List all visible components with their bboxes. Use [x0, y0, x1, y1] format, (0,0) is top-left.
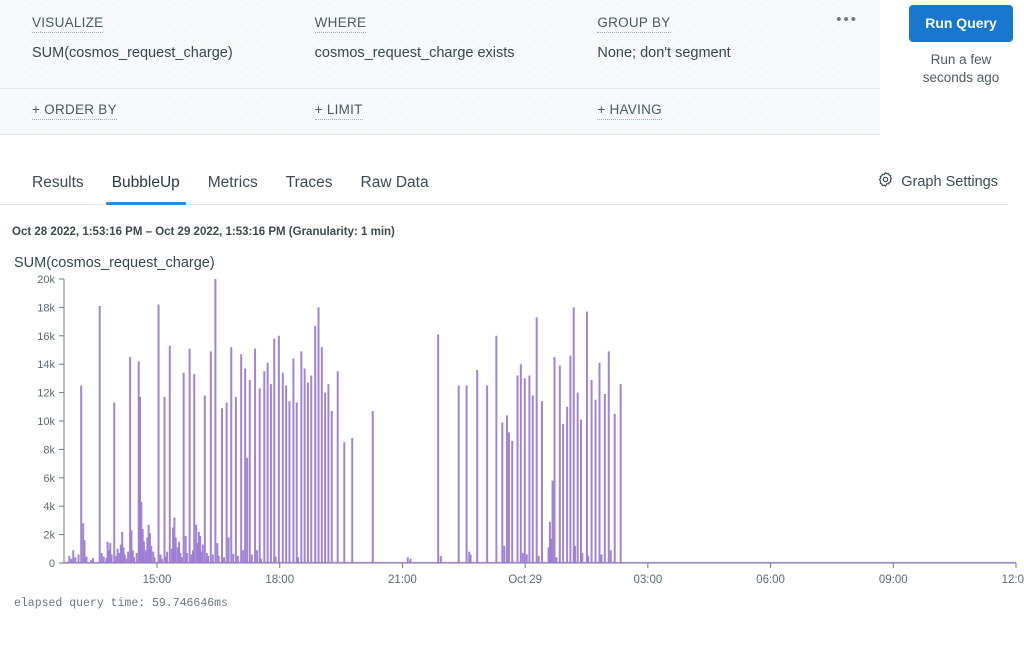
svg-text:Oct 29: Oct 29 [508, 574, 542, 586]
add-limit: + LIMIT [315, 101, 598, 120]
tab-traces[interactable]: Traces [272, 174, 347, 204]
svg-text:03:00: 03:00 [633, 574, 662, 586]
chart-title: SUM(cosmos_request_charge) [14, 255, 1024, 271]
time-range-label: Oct 28 2022, 1:53:16 PM – Oct 29 2022, 1… [12, 226, 1024, 238]
query-clause-label-where[interactable]: WHERE [315, 15, 367, 33]
query-clause-label-group-by[interactable]: GROUP BY [597, 15, 670, 33]
svg-text:12k: 12k [37, 388, 55, 400]
gear-icon [877, 171, 894, 192]
svg-text:8k: 8k [43, 444, 55, 456]
svg-text:18:00: 18:00 [265, 574, 294, 586]
query-clause-value-where[interactable]: cosmos_request_charge exists [315, 45, 598, 61]
query-clause-visualize: VISUALIZE SUM(cosmos_request_charge) [32, 14, 315, 72]
query-clause-value-group-by[interactable]: None; don't segment [597, 45, 880, 61]
add-order-by-button[interactable]: + ORDER BY [32, 102, 117, 120]
query-clause-value-visualize[interactable]: SUM(cosmos_request_charge) [32, 45, 315, 61]
tab-metrics[interactable]: Metrics [194, 174, 272, 204]
run-status: Run a few seconds ago [898, 51, 1024, 87]
svg-text:14k: 14k [37, 359, 55, 371]
results-tabs-bar: Results BubbleUp Metrics Traces Raw Data… [0, 163, 1024, 205]
svg-text:18k: 18k [37, 302, 55, 314]
svg-text:12:00: 12:00 [1002, 574, 1024, 586]
add-having: + HAVING [597, 101, 880, 120]
query-clause-row-secondary: + ORDER BY + LIMIT + HAVING [0, 88, 880, 134]
svg-text:0: 0 [49, 558, 55, 570]
svg-text:4k: 4k [43, 501, 55, 513]
tab-results[interactable]: Results [18, 174, 98, 204]
svg-text:21:00: 21:00 [388, 574, 417, 586]
svg-text:16k: 16k [37, 331, 55, 343]
query-clause-where: WHERE cosmos_request_charge exists [315, 14, 598, 72]
svg-text:6k: 6k [43, 473, 55, 485]
run-status-line-1: Run a few [898, 51, 1024, 69]
tab-list: Results BubbleUp Metrics Traces Raw Data [0, 163, 1008, 205]
query-clause-row-primary: VISUALIZE SUM(cosmos_request_charge) WHE… [0, 0, 880, 88]
query-clause-group-by: GROUP BY None; don't segment [597, 14, 880, 72]
query-builder-panel: ••• VISUALIZE SUM(cosmos_request_charge)… [0, 0, 880, 135]
add-limit-button[interactable]: + LIMIT [315, 102, 363, 120]
graph-settings-button[interactable]: Graph Settings [877, 171, 998, 192]
svg-text:15:00: 15:00 [143, 574, 172, 586]
add-order-by: + ORDER BY [32, 101, 315, 120]
elapsed-query-time: elapsed query time: 59.746646ms [14, 597, 1024, 610]
tab-raw-data[interactable]: Raw Data [347, 174, 443, 204]
run-status-line-2: seconds ago [898, 69, 1024, 87]
svg-text:2k: 2k [43, 530, 55, 542]
run-query-button[interactable]: Run Query [909, 5, 1013, 42]
spike-chart[interactable]: 0 2k 4k 6k 8k 10k 12k 14k 16k 18k 20k 15:00 18:00 21:… [0, 271, 1024, 596]
graph-settings-label: Graph Settings [901, 174, 998, 190]
query-clause-label-visualize[interactable]: VISUALIZE [32, 15, 103, 33]
svg-text:09:00: 09:00 [879, 574, 908, 586]
svg-text:06:00: 06:00 [756, 574, 785, 586]
run-query-section: Run Query Run a few seconds ago [898, 0, 1024, 87]
svg-text:20k: 20k [37, 274, 55, 286]
add-having-button[interactable]: + HAVING [597, 102, 662, 120]
svg-text:10k: 10k [37, 416, 55, 428]
tab-bubbleup[interactable]: BubbleUp [98, 174, 194, 204]
chart-container[interactable]: 0 2k 4k 6k 8k 10k 12k 14k 16k 18k 20k 15:00 18:00 21:… [0, 271, 1024, 591]
